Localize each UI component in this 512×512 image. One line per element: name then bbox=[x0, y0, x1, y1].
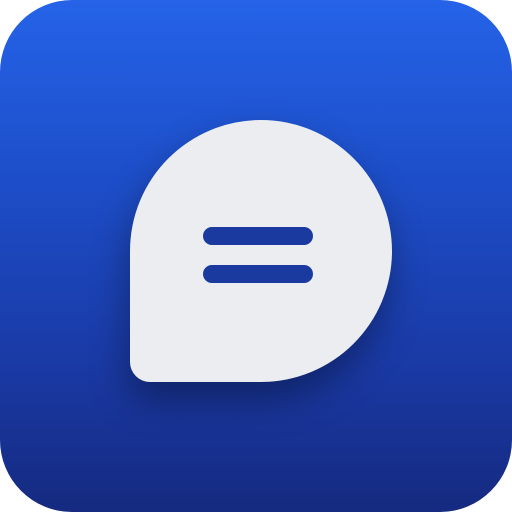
message-line-icon bbox=[203, 227, 313, 245]
app-icon[interactable] bbox=[0, 0, 512, 512]
chat-bubble-icon bbox=[130, 120, 392, 382]
message-line-icon bbox=[203, 265, 313, 283]
